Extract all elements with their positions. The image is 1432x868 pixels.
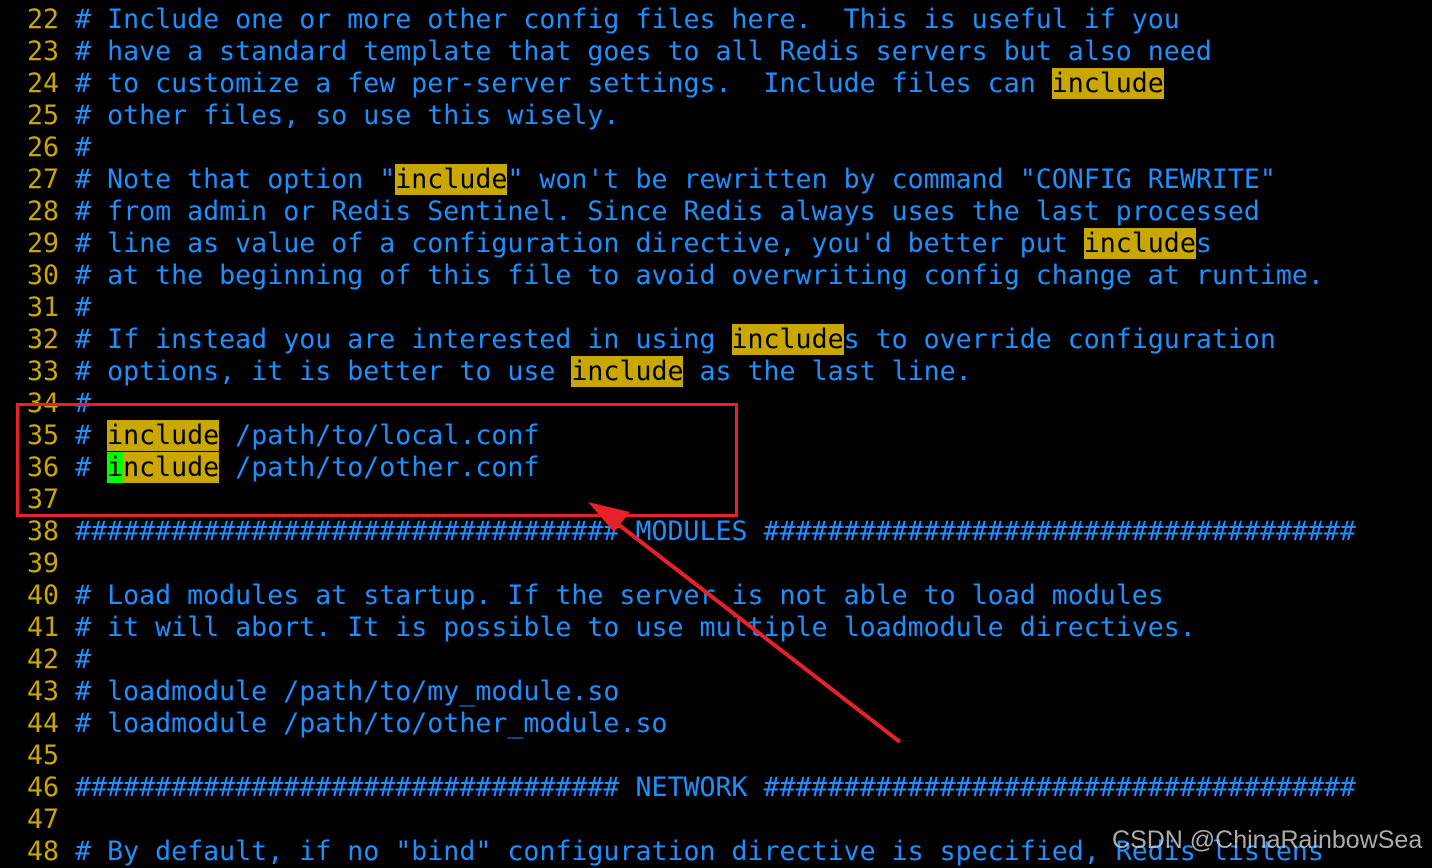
annotation-arrow	[588, 502, 902, 744]
watermark: CSDN @ChinaRainbowSea	[1112, 826, 1423, 854]
arrow-shaft	[608, 516, 902, 744]
